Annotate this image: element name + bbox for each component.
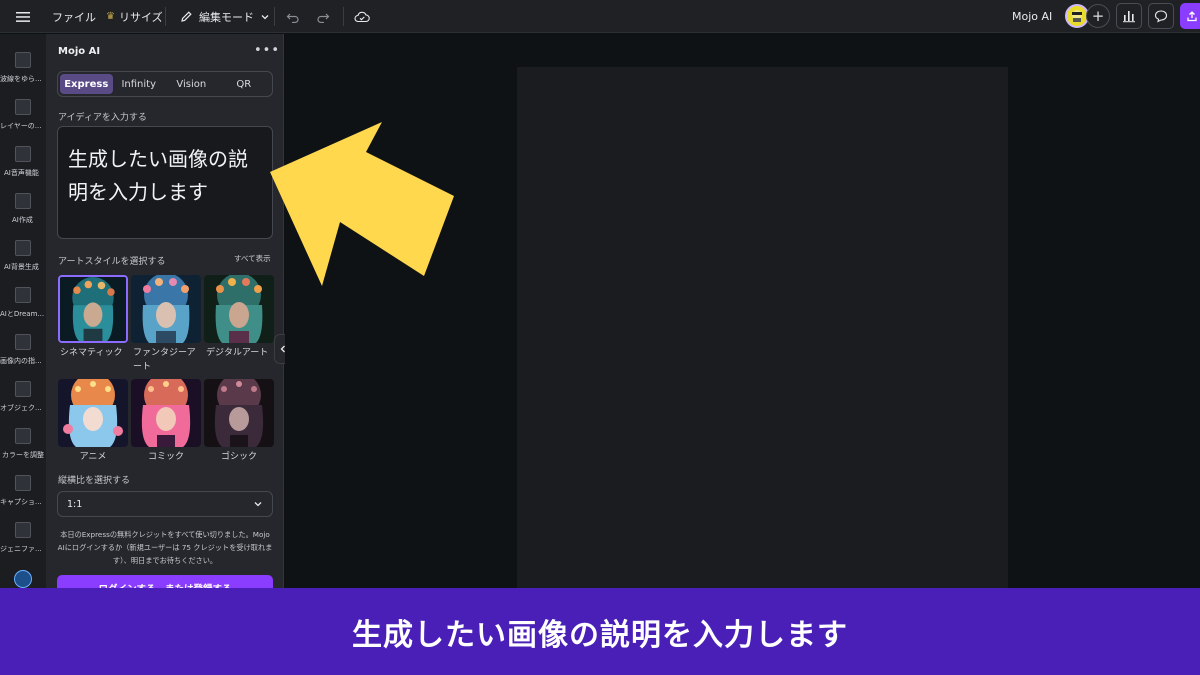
rail-label: AI作成	[12, 216, 33, 224]
rail-item-color-adjust[interactable]: カラーを調整	[0, 422, 46, 468]
rail-label: オブジェク...	[0, 404, 42, 412]
style-option-anime[interactable]: アニメ	[58, 379, 128, 464]
resize-label: リサイズ	[118, 10, 163, 24]
tab-express[interactable]: Express	[60, 74, 113, 94]
style-thumbnail	[58, 379, 128, 447]
rail-item-mojo-ai[interactable]	[0, 564, 46, 589]
style-label: コミック	[147, 452, 184, 462]
cloud-sync-icon[interactable]	[354, 0, 370, 33]
style-thumbnail	[204, 379, 274, 447]
rail-label: AI音声機能	[4, 169, 39, 177]
bar-chart-icon	[1123, 11, 1135, 23]
style-label: デジタルアート	[206, 348, 269, 358]
style-thumbnail	[58, 275, 128, 343]
style-option-comic[interactable]: コミック	[131, 379, 201, 464]
aspect-ratio-label: 縦横比を選択する	[58, 476, 131, 486]
style-label: シネマティック	[60, 348, 123, 358]
rail-label: キャプショ...	[0, 498, 42, 506]
rail-item-layer[interactable]: レイヤーの...	[0, 93, 46, 139]
aspect-ratio-value: 1:1	[67, 498, 83, 510]
comment-button[interactable]	[1148, 3, 1174, 29]
tab-infinity[interactable]: Infinity	[113, 74, 166, 94]
app-thumbnail	[15, 240, 31, 256]
style-label: ファンタジーアート	[133, 348, 196, 372]
more-options-icon[interactable]: •••	[254, 43, 280, 58]
chevron-down-icon	[261, 14, 269, 19]
rail-label: カラーを調整	[2, 451, 44, 459]
share-button[interactable]	[1180, 3, 1200, 29]
style-option-cinematic[interactable]: シネマティック	[58, 275, 128, 360]
rail-item-ai-create[interactable]: AI作成	[0, 187, 46, 233]
app-thumbnail	[15, 52, 31, 68]
crown-icon: ♛	[106, 11, 115, 22]
style-thumbnail	[131, 379, 201, 447]
app-thumbnail	[15, 381, 31, 397]
tutorial-caption: 生成したい画像の説明を入力します	[0, 588, 1200, 675]
style-label: アニメ	[79, 452, 107, 462]
app-thumbnail	[15, 475, 31, 491]
rail-label: レイヤーの...	[0, 122, 42, 130]
edit-mode-label: 編集モード	[199, 10, 254, 24]
prompt-input[interactable]: 生成したい画像の説明を入力します	[57, 126, 273, 239]
rail-item-dream[interactable]: AIとDream...	[0, 281, 46, 327]
rail-item-ai-background[interactable]: AI背景生成	[0, 234, 46, 280]
rail-item-jennifer[interactable]: ジェニファ...	[0, 516, 46, 562]
resize-button[interactable]: ♛ リサイズ	[106, 0, 163, 33]
user-avatar-icon	[1072, 10, 1082, 22]
mojo-ai-icon	[14, 570, 32, 588]
insights-button[interactable]	[1116, 3, 1142, 29]
pencil-icon	[181, 11, 192, 22]
edit-mode-dropdown[interactable]: 編集モード	[180, 0, 270, 33]
upload-icon	[1187, 11, 1197, 22]
panel-title: Mojo AI	[58, 46, 101, 57]
tab-qr[interactable]: QR	[218, 74, 271, 94]
rail-label: AIとDream...	[0, 310, 45, 318]
login-button[interactable]: ログインする、または登録する	[57, 575, 273, 589]
art-style-label: アートスタイルを選択する	[58, 257, 166, 267]
rail-item-wave[interactable]: 波線をゆら...	[0, 46, 46, 92]
file-menu[interactable]: ファイル	[52, 0, 96, 33]
art-style-grid: シネマティック ファンタジーアート デジタルアート アニメ コミック ゴシック	[58, 275, 274, 465]
chevron-down-icon	[254, 502, 262, 507]
hamburger-icon[interactable]	[16, 0, 30, 33]
app-thumbnail	[15, 522, 31, 538]
rail-item-ai-voice[interactable]: AI音声機能	[0, 140, 46, 186]
rail-item-image-point[interactable]: 画像内の指...	[0, 328, 46, 374]
app-thumbnail	[15, 287, 31, 303]
plus-icon: +	[1091, 7, 1105, 25]
style-option-gothic[interactable]: ゴシック	[204, 379, 274, 464]
redo-icon[interactable]	[316, 0, 330, 33]
tab-vision[interactable]: Vision	[165, 74, 218, 94]
idea-label: アイディアを入力する	[58, 113, 147, 123]
app-thumbnail	[15, 428, 31, 444]
app-thumbnail	[15, 334, 31, 350]
app-thumbnail	[15, 99, 31, 115]
top-bar: ファイル ♛ リサイズ 編集モード Mojo AI +	[0, 0, 1200, 33]
mojo-ai-panel: Mojo AI ••• Express Infinity Vision QR ア…	[46, 34, 284, 589]
rail-label: ジェニファ...	[0, 545, 42, 553]
app-rail: 波線をゆら... レイヤーの... AI音声機能 AI作成 AI背景生成 AIと…	[0, 34, 46, 589]
style-option-fantasy[interactable]: ファンタジーアート	[131, 275, 201, 374]
rail-label: 波線をゆら...	[0, 75, 42, 83]
mode-tabs: Express Infinity Vision QR	[57, 71, 273, 97]
undo-icon[interactable]	[286, 0, 300, 33]
credit-notice: 本日のExpressの無料クレジットをすべて使い切りました。Mojo AIにログ…	[57, 530, 273, 565]
add-collaborator-button[interactable]: +	[1086, 4, 1110, 28]
app-name: Mojo AI	[1012, 10, 1053, 23]
app-thumbnail	[15, 146, 31, 162]
style-label: ゴシック	[220, 452, 257, 462]
annotation-arrow-icon	[270, 122, 454, 286]
comment-icon	[1154, 10, 1168, 23]
aspect-ratio-select[interactable]: 1:1	[57, 491, 273, 517]
rail-item-caption[interactable]: キャプショ...	[0, 469, 46, 515]
rail-label: AI背景生成	[4, 263, 39, 271]
app-thumbnail	[15, 193, 31, 209]
design-page[interactable]	[517, 67, 1008, 589]
rail-item-object[interactable]: オブジェク...	[0, 375, 46, 421]
style-thumbnail	[131, 275, 201, 343]
rail-label: 画像内の指...	[0, 357, 42, 365]
